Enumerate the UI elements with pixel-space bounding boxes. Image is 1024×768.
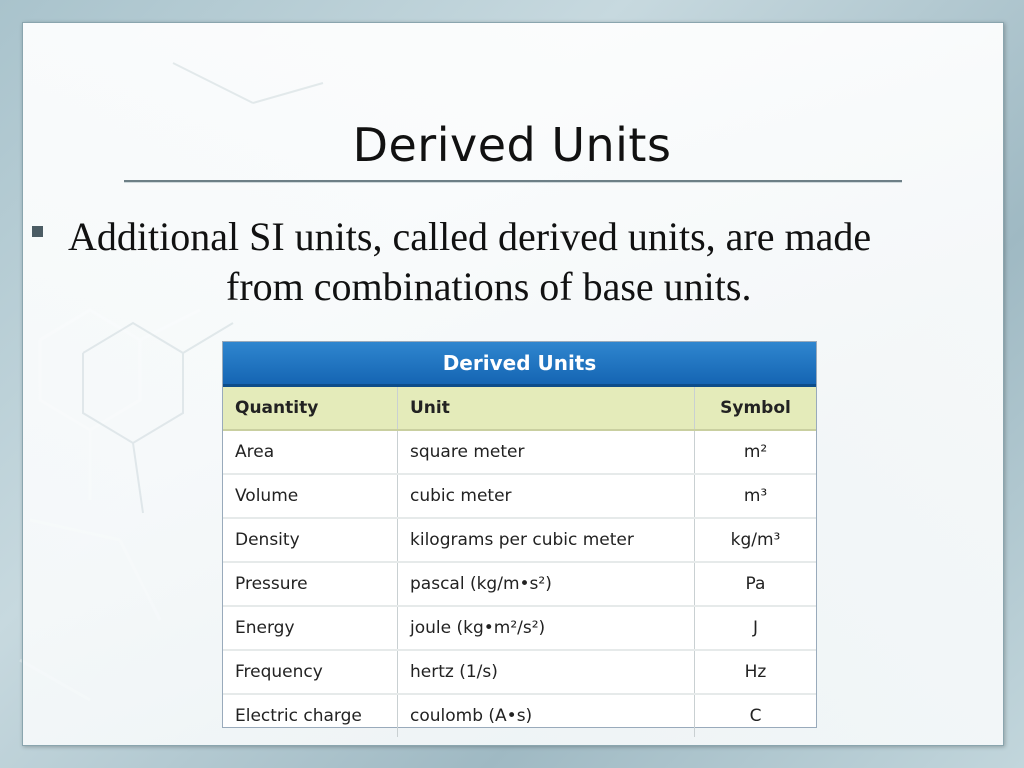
table-row: Volume cubic meter m³ <box>223 474 816 519</box>
table-row: Density kilograms per cubic meter kg/m³ <box>223 518 816 563</box>
derived-units-table: Derived Units Quantity Unit Symbol Area … <box>222 341 817 737</box>
cell-symbol: m³ <box>694 474 816 519</box>
table-title: Derived Units <box>223 342 816 387</box>
table-row: Area square meter m² <box>223 430 816 475</box>
bullet-line-2: from combinations of base units. <box>226 264 752 309</box>
header-quantity: Quantity <box>223 387 398 431</box>
cell-symbol: J <box>694 606 816 651</box>
table-row: Electric charge coulomb (A•s) C <box>223 694 816 737</box>
units-table-grid: Quantity Unit Symbol Area square meter m… <box>223 387 816 737</box>
cell-quantity: Volume <box>223 474 398 519</box>
table-header-row: Quantity Unit Symbol <box>223 387 816 431</box>
cell-quantity: Density <box>223 518 398 563</box>
cell-unit: coulomb (A•s) <box>397 694 695 737</box>
bullet-text: Additional SI units, called derived unit… <box>68 212 992 312</box>
table-row: Pressure pascal (kg/m•s²) Pa <box>223 562 816 607</box>
square-bullet-icon <box>32 226 43 237</box>
table-row: Frequency hertz (1/s) Hz <box>223 650 816 695</box>
cell-unit: kilograms per cubic meter <box>397 518 695 563</box>
cell-symbol: Pa <box>694 562 816 607</box>
cell-symbol: Hz <box>694 650 816 695</box>
title-divider <box>124 180 902 183</box>
cell-unit: pascal (kg/m•s²) <box>397 562 695 607</box>
header-symbol: Symbol <box>694 387 816 431</box>
header-unit: Unit <box>397 387 695 431</box>
cell-symbol: C <box>749 706 762 726</box>
bullet-line-1: Additional SI units, called derived unit… <box>68 214 872 259</box>
cell-quantity: Electric charge <box>223 694 398 737</box>
cell-unit: joule (kg•m²/s²) <box>397 606 695 651</box>
cell-symbol: m² <box>694 430 816 475</box>
cell-unit: hertz (1/s) <box>397 650 695 695</box>
slide-title: Derived Units <box>352 118 672 172</box>
cell-quantity: Frequency <box>223 650 398 695</box>
cell-quantity: Pressure <box>223 562 398 607</box>
cell-unit: square meter <box>397 430 695 475</box>
cell-symbol: kg/m³ <box>694 518 816 563</box>
cell-unit: cubic meter <box>397 474 695 519</box>
table-row: Energy joule (kg•m²/s²) J <box>223 606 816 651</box>
cell-quantity: Area <box>223 430 398 475</box>
cell-quantity: Energy <box>223 606 398 651</box>
